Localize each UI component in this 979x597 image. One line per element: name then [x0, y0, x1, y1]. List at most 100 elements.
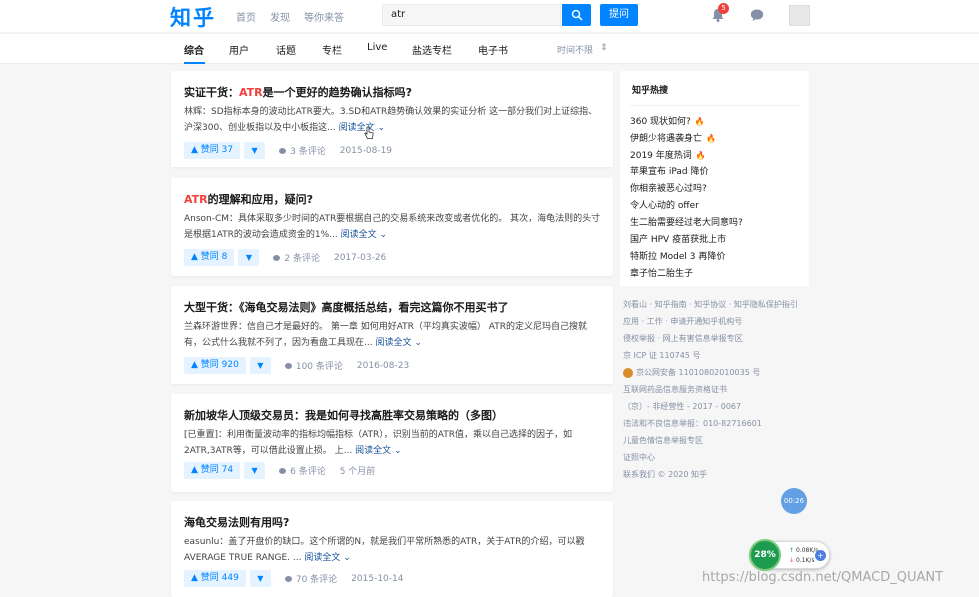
read-more-link[interactable]: 阅读全文 ⌄ [339, 123, 385, 133]
footer-contact[interactable]: 联系我们 © 2020 知乎 [623, 466, 813, 483]
nav-home[interactable]: 首页 [236, 9, 256, 24]
hot-search-item[interactable]: 特斯拉 Model 3 再降价 [630, 249, 800, 266]
search-icon [571, 9, 583, 21]
hot-search-list: 360 现状如何? 🔥 伊朗少将遇袭身亡 🔥 2019 年度热词 🔥 苹果宣布 iPa… [630, 105, 800, 283]
result-title[interactable]: 大型干货：《海龟交易法则》高度概括总结，看完这篇你不用买书了 [184, 299, 509, 315]
upvote-button[interactable]: ▲ 赞同 74 [184, 462, 241, 479]
nav-waiting-answers[interactable]: 等你来答 [304, 9, 344, 24]
tab-topics[interactable]: 话题 [276, 42, 296, 57]
footer-link[interactable]: 儿童色情信息举报专区 [623, 432, 813, 449]
comment-icon [273, 255, 281, 261]
downvote-button[interactable]: ▼ [238, 249, 260, 266]
message-icon[interactable] [749, 7, 765, 23]
sidebar-footer: 刘看山 · 知乎指南 · 知乎协议 · 知乎隐私保护指引 应用 · 工作 · 申… [623, 296, 813, 483]
tab-live[interactable]: Live [367, 42, 387, 53]
read-more-link[interactable]: 阅读全文 ⌄ [304, 553, 350, 563]
read-more-link[interactable]: 阅读全文 ⌄ [375, 338, 421, 348]
active-tab-indicator [184, 62, 205, 64]
result-date: 2015-08-19 [339, 145, 393, 156]
fire-icon: 🔥 [706, 134, 716, 143]
comments-link[interactable]: 6 条评论 [279, 464, 326, 477]
download-speed: ↓ 0.1K/s [789, 557, 815, 564]
result-date: 5 个月前 [339, 467, 376, 477]
footer-links[interactable]: 刘看山 · 知乎指南 · 知乎协议 · 知乎隐私保护指引 [623, 296, 813, 313]
tab-ebooks[interactable]: 电子书 [478, 42, 508, 57]
result-actions: ▲ 赞同 920 ▼ 100 条评论 2016-08-23 [184, 357, 409, 374]
hand-cursor-icon [364, 126, 374, 139]
tab-salt-columns[interactable]: 盐选专栏 [412, 42, 452, 57]
comment-icon [279, 468, 287, 474]
comments-link[interactable]: 2 条评论 [273, 251, 320, 264]
tab-all[interactable]: 综合 [184, 42, 204, 57]
result-excerpt: easunlu：盖了开盘价的缺口。这个所谓的N，就是我们平常所熟悉的ATR，关于… [184, 537, 585, 563]
upvote-button[interactable]: ▲ 赞同 449 [184, 570, 246, 587]
police-badge-icon [623, 367, 633, 378]
upvote-button[interactable]: ▲ 赞同 920 [184, 357, 246, 374]
upvote-button[interactable]: ▲ 赞同 37 [184, 142, 241, 159]
tab-users[interactable]: 用户 [229, 42, 249, 57]
notification-badge: 5 [718, 3, 729, 14]
hot-search-panel: 知乎热搜 360 现状如何? 🔥 伊朗少将遇袭身亡 🔥 2019 年度热词 🔥 苹果宣… [620, 71, 809, 286]
result-date: 2017-03-26 [333, 252, 387, 263]
downvote-button[interactable]: ▼ [244, 462, 266, 479]
upvote-button[interactable]: ▲ 赞同 8 [184, 249, 235, 266]
ask-question-button[interactable]: 提问 [600, 4, 638, 26]
hot-search-item[interactable]: 360 现状如何? 🔥 [630, 113, 800, 130]
comments-link[interactable]: 100 条评论 [284, 359, 343, 372]
result-title[interactable]: 实证干货：ATR是一个更好的趋势确认指标吗? [184, 84, 412, 100]
network-speed-widget[interactable]: 28% ↑ 0.08K/s ↓ 0.1K/s + [749, 539, 830, 571]
result-title[interactable]: ATR的理解和应用，疑问? [184, 191, 313, 207]
result-excerpt: Anson-CM：具体采取多少时间的ATR要根据自己的交易系统来改变或者优化的。… [184, 214, 601, 240]
footer-link[interactable]: 互联网药品信息服务资格证书 [623, 381, 813, 398]
result-excerpt: [已重置]：利用衡量波动率的指标均幅指标（ATR），识别当前的ATR值，乘以自己… [184, 430, 572, 456]
result-actions: ▲ 赞同 449 ▼ 70 条评论 2015-10-14 [184, 570, 403, 587]
footer-links[interactable]: 应用 · 工作 · 申请开通知乎机构号 [623, 313, 813, 330]
footer-link[interactable]: 证照中心 [623, 449, 813, 466]
watermark: https://blog.csdn.net/QMACD_QUANT [702, 570, 944, 585]
fire-icon: 🔥 [694, 117, 705, 126]
footer-links[interactable]: 侵权举报 · 网上有害信息举报专区 [623, 330, 813, 347]
result-title[interactable]: 海龟交易法则有用吗? [184, 514, 289, 530]
nav-explore[interactable]: 发现 [270, 9, 290, 24]
tab-columns[interactable]: 专栏 [322, 42, 342, 57]
comment-icon [279, 148, 287, 154]
comment-icon [284, 576, 292, 582]
hot-search-item[interactable]: 苹果宣布 iPad 降价 [630, 164, 800, 181]
downvote-button[interactable]: ▼ [244, 142, 266, 159]
result-excerpt: 兰森环游世界：信自己才是最好的。 第一章 如何用好ATR（平均真实波幅） ATR… [184, 322, 588, 348]
hot-search-item[interactable]: 伊朗少将遇袭身亡 🔥 [630, 130, 800, 147]
search-input[interactable]: atr [382, 4, 561, 26]
downvote-button[interactable]: ▼ [249, 570, 271, 587]
chevron-updown-icon[interactable]: ⇕ [600, 43, 608, 53]
hot-search-item[interactable]: 2019 年度热词 🔥 [630, 147, 800, 164]
hot-search-item[interactable]: 令人心动的 offer [630, 198, 800, 215]
search-type-tabs: 综合 用户 话题 专栏 Live 盐选专栏 电子书 时间不限 ⇕ [0, 33, 979, 64]
result-title[interactable]: 新加坡华人顶级交易员：我是如何寻找高胜率交易策略的（多图） [184, 407, 503, 423]
floating-timer-button[interactable]: 00:26 [781, 488, 807, 514]
plus-icon[interactable]: + [815, 550, 826, 561]
hot-search-item[interactable]: 你相亲被恶心过吗? [630, 181, 800, 198]
result-card: 大型干货：《海龟交易法则》高度概括总结，看完这篇你不用买书了 兰森环游世界：信自… [171, 286, 613, 384]
search-button[interactable] [562, 4, 591, 26]
comments-link[interactable]: 3 条评论 [279, 144, 326, 157]
hot-search-item[interactable]: 章子怡二胎生子 [630, 266, 800, 283]
footer-icp[interactable]: 京 ICP 证 110745 号 [623, 347, 813, 364]
result-date: 2016-08-23 [356, 360, 410, 371]
comments-link[interactable]: 70 条评论 [284, 572, 337, 585]
main-nav: 首页 发现 等你来答 [236, 9, 344, 24]
downvote-button[interactable]: ▼ [249, 357, 271, 374]
result-actions: ▲ 赞同 8 ▼ 2 条评论 2017-03-26 [184, 249, 386, 266]
hot-search-title: 知乎热搜 [632, 86, 669, 96]
zhihu-logo[interactable]: 知乎 [170, 2, 216, 32]
hot-search-item[interactable]: 国产 HPV 疫苗获批上市 [630, 232, 800, 249]
user-avatar[interactable] [789, 5, 810, 26]
footer-report[interactable]: 违法和不良信息举报：010-82716601 [623, 415, 813, 432]
top-navbar: 知乎 首页 发现 等你来答 atr 提问 5 [0, 0, 979, 32]
fire-icon: 🔥 [695, 151, 706, 160]
footer-text: （京）- 非经营性 - 2017 - 0067 [623, 402, 742, 411]
footer-police[interactable]: 京公网安备 11010802010035 号 [623, 364, 813, 381]
hot-search-item[interactable]: 生二胎需要经过老大同意吗? [630, 215, 800, 232]
read-more-link[interactable]: 阅读全文 ⌄ [341, 230, 387, 240]
read-more-link[interactable]: 阅读全文 ⌄ [355, 446, 401, 456]
time-filter-select[interactable]: 时间不限 [557, 43, 593, 56]
